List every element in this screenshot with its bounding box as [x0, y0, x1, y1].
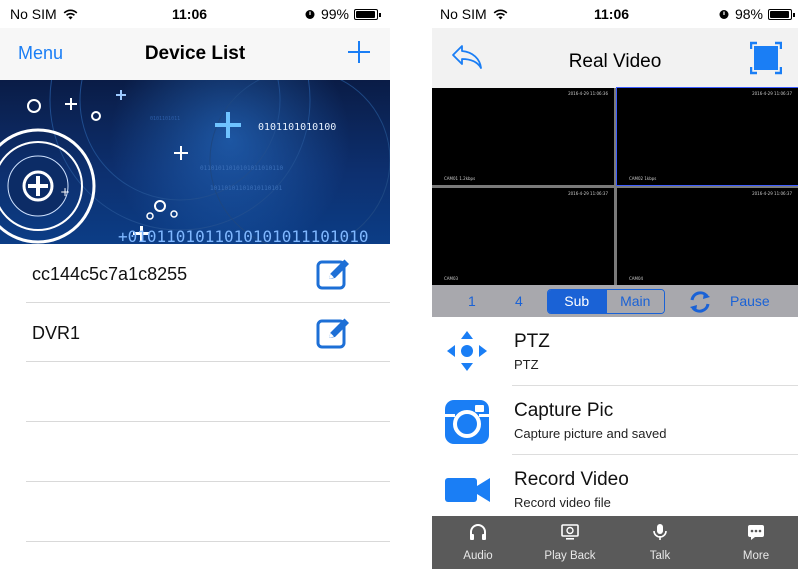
camera-label: CAM01 1.2kbps — [444, 176, 476, 181]
tab-label: Audio — [463, 550, 493, 562]
video-cell-selected[interactable]: 2016-4-29 11:06:37 CAM02 1kbps — [616, 87, 798, 186]
plus-icon[interactable] — [344, 37, 374, 67]
camera-label: CAM04 — [629, 276, 644, 281]
edit-icon[interactable] — [316, 316, 352, 350]
banner-binary-2: +0101101011010101011101010 — [118, 227, 368, 244]
video-cell[interactable]: 2016-4-29 11:06:37 CAM04 — [617, 188, 798, 285]
battery-icon — [768, 8, 795, 20]
tab-more[interactable]: More — [726, 516, 786, 569]
tab-play-back[interactable]: Play Back — [540, 516, 600, 569]
tab-talk[interactable]: Talk — [630, 516, 690, 569]
status-bar: No SIM 11:06 99% — [0, 0, 390, 28]
record-video-title: Record Video — [514, 469, 629, 490]
playback-icon — [561, 524, 579, 540]
device-list-screen: No SIM 11:06 99% Menu Device List + 0101… — [0, 0, 390, 569]
clock: 11:06 — [172, 6, 208, 22]
capture-pic-row[interactable]: Capture Pic Capture picture and saved — [445, 386, 798, 455]
clock: 11:06 — [594, 6, 630, 22]
video-controls-bar: 1 4 Sub Main Pause — [432, 285, 798, 317]
ptz-subtitle: PTZ — [514, 357, 539, 372]
record-video-row[interactable]: Record Video Record video file — [445, 455, 798, 524]
carrier-label: No SIM — [10, 6, 57, 22]
tab-audio[interactable]: Audio — [448, 516, 508, 569]
device-row[interactable]: DVR1 — [26, 303, 390, 362]
ptz-arrows-icon — [447, 331, 487, 371]
page-title: Real Video — [568, 51, 662, 72]
microphone-icon — [653, 524, 667, 540]
main-stream-button[interactable]: Main — [605, 290, 664, 313]
device-name: DVR1 — [32, 323, 81, 343]
tab-label: More — [742, 550, 770, 562]
stream-segmented-control: Sub Main — [547, 289, 665, 314]
edit-icon[interactable] — [316, 257, 352, 291]
camera-label: CAM02 1kbps — [629, 176, 657, 181]
battery-percent: 98% — [734, 6, 763, 22]
video-timestamp: 2016-4-29 11:06:37 — [752, 91, 792, 96]
tab-label: Play Back — [544, 550, 596, 562]
video-cell[interactable]: 2016-4-29 11:06:36 CAM01 1.2kbps — [432, 88, 614, 185]
tab-label: Talk — [649, 550, 671, 562]
video-timestamp: 2016-4-29 11:06:37 — [752, 191, 792, 196]
alarm-icon — [305, 10, 315, 19]
status-bar: No SIM 11:06 98% — [432, 0, 798, 28]
function-list: PTZ PTZ Capture Pic Capture picture and … — [432, 317, 798, 524]
single-view-button[interactable]: 1 — [468, 293, 476, 309]
bottom-tab-bar: Audio Play Back Talk More — [432, 516, 798, 569]
video-timestamp: 2016-4-29 11:06:37 — [568, 191, 608, 196]
record-video-subtitle: Record video file — [514, 495, 611, 510]
page-title: Device List — [144, 43, 246, 64]
ptz-row[interactable]: PTZ PTZ — [447, 317, 798, 386]
svg-text:0101101011: 0101101011 — [150, 116, 180, 122]
pause-button[interactable]: Pause — [730, 293, 770, 309]
empty-list-row — [26, 362, 390, 422]
ptz-title: PTZ — [514, 331, 550, 352]
capture-pic-subtitle: Capture picture and saved — [514, 426, 667, 441]
battery-percent: 99% — [320, 6, 349, 22]
fullscreen-icon[interactable] — [750, 40, 782, 76]
alarm-icon — [719, 10, 729, 19]
capture-pic-title: Capture Pic — [514, 400, 614, 421]
wifi-icon — [63, 9, 78, 19]
navigation-bar: Real Video — [432, 28, 798, 88]
svg-text:+: + — [60, 185, 70, 199]
more-icon — [748, 525, 764, 540]
svg-text:10110101101010110101: 10110101101010110101 — [210, 185, 283, 192]
sub-stream-button[interactable]: Sub — [548, 290, 606, 313]
battery-icon — [354, 8, 381, 20]
video-camera-icon — [445, 478, 490, 502]
video-timestamp: 2016-4-29 11:06:36 — [568, 91, 608, 96]
video-cell[interactable]: 2016-4-29 11:06:37 CAM03 — [432, 188, 614, 285]
wifi-icon — [493, 9, 508, 19]
camera-icon — [445, 400, 489, 444]
device-list: cc144c5c7a1c8255 DVR1 — [0, 244, 390, 542]
banner-binary-1: 0101101010100 — [258, 122, 336, 133]
banner-image: + 0101101010100 +01011010110101010111010… — [0, 80, 390, 244]
empty-list-row — [26, 422, 390, 482]
carrier-label: No SIM — [440, 6, 487, 22]
device-row[interactable]: cc144c5c7a1c8255 — [26, 244, 390, 303]
navigation-bar: Menu Device List — [0, 28, 390, 80]
quad-view-button[interactable]: 4 — [515, 293, 523, 309]
camera-label: CAM03 — [444, 276, 459, 281]
real-video-screen: No SIM 11:06 98% Real Video 2016-4-29 11… — [432, 0, 798, 569]
device-name: cc144c5c7a1c8255 — [32, 264, 188, 284]
tech-gear-illustration: + 0101101010100 +01011010110101010111010… — [0, 80, 390, 244]
refresh-icon[interactable] — [687, 289, 713, 315]
video-grid: 2016-4-29 11:06:36 CAM01 1.2kbps 2016-4-… — [432, 87, 798, 285]
svg-text:01101011010101011010110: 01101011010101011010110 — [200, 165, 283, 172]
empty-list-row — [26, 482, 390, 542]
headphones-icon — [470, 524, 486, 540]
